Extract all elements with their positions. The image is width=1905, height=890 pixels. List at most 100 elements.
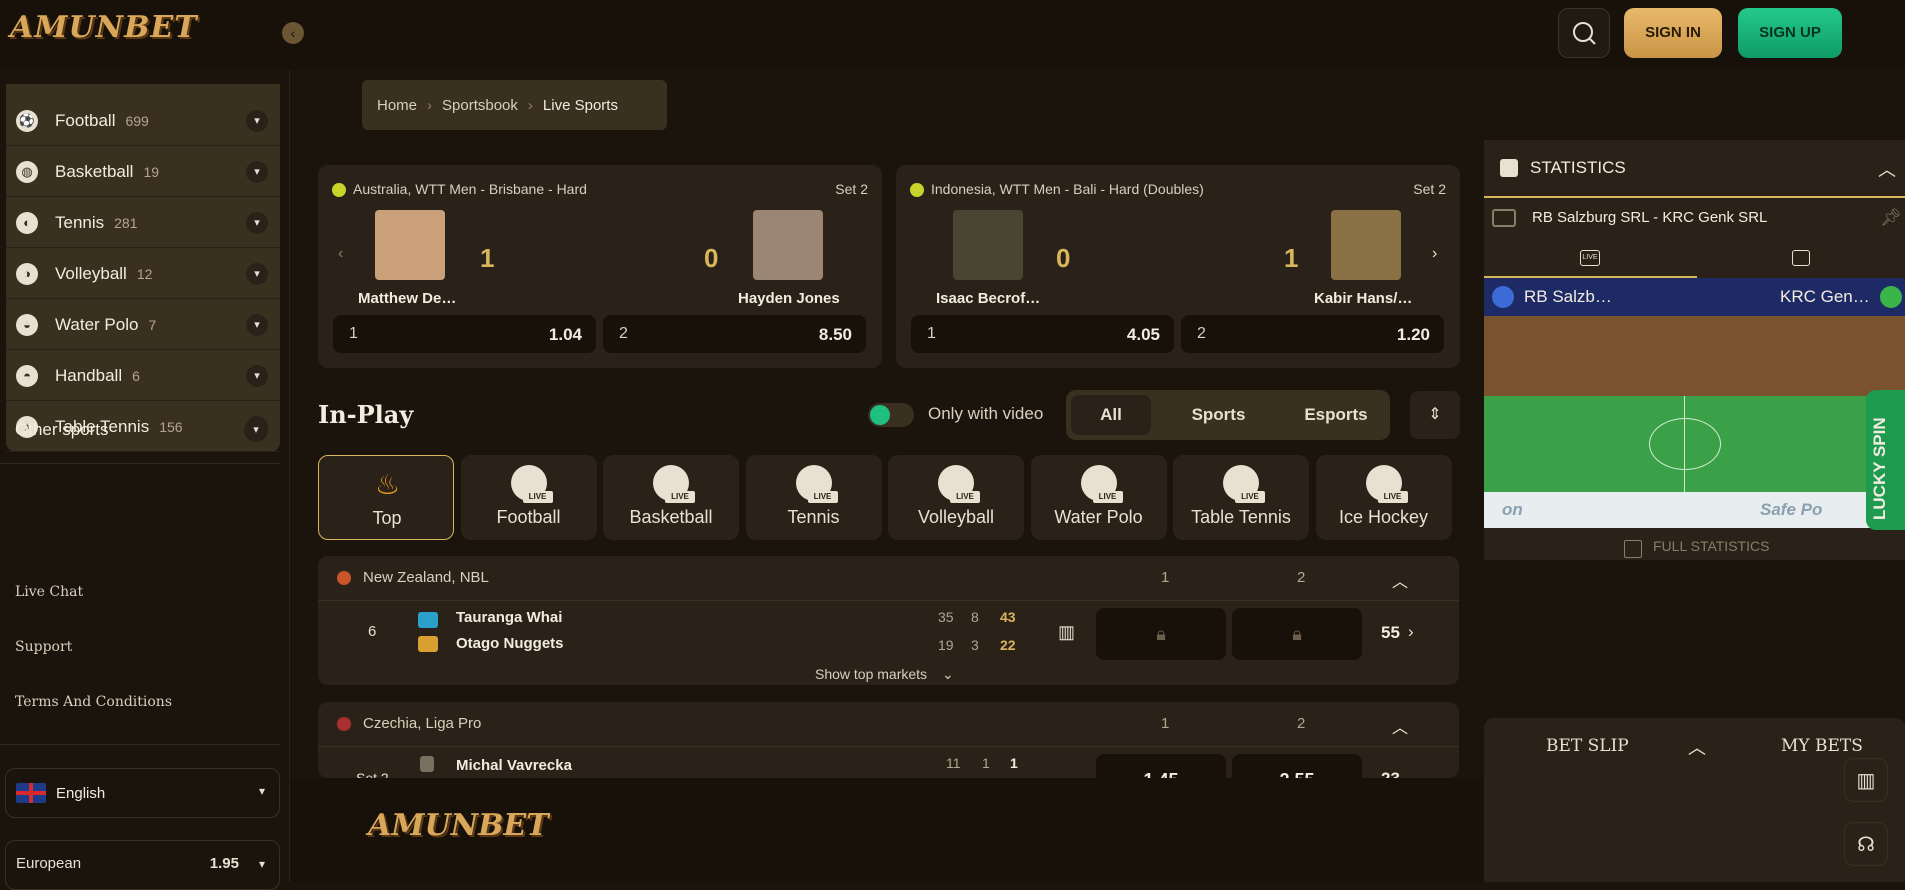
tab-esports[interactable]: Esports [1286,395,1386,435]
score: 35 [938,609,954,625]
full-statistics-link[interactable]: FULL STATISTICS [1653,538,1769,554]
chevron-down-icon[interactable]: ▾ [246,263,268,285]
league-block: Czechia, Liga Pro 1 2 ︿ Set 2 Michal Vav… [318,702,1459,806]
category-tile-football[interactable]: LIVE Football [460,455,597,540]
chevron-down-icon[interactable]: ▾ [246,161,268,183]
featured-match-card[interactable]: Australia, WTT Men - Brisbane - Hard Set… [318,165,882,368]
sidebar-item-handball[interactable]: ◓ Handball 6 ▾ [6,351,280,401]
chevron-right-icon[interactable]: › [1408,622,1414,642]
handball-icon: ◓ [16,364,38,387]
sidebar-item-volleyball[interactable]: ◑ Volleyball 12 ▾ [6,249,280,299]
league-title: Czechia, Liga Pro [363,715,482,732]
bet-slip-tab[interactable]: BET SLIP [1546,736,1629,756]
sidebar-item-label: Tennis [55,212,105,232]
odd-button[interactable]: 1 1.04 [333,315,596,353]
breadcrumb-sportsbook[interactable]: Sportsbook [442,97,518,114]
home-team[interactable]: Michal Vavrecka [456,757,572,774]
category-tile-water-polo[interactable]: LIVE Water Polo [1030,455,1167,540]
column-2-label: 2 [1297,569,1306,586]
category-tile-table-tennis[interactable]: LIVE Table Tennis [1173,455,1309,540]
category-tile-basketball[interactable]: LIVE Basketball [603,455,739,540]
chevron-right-icon[interactable]: › [1432,245,1437,263]
league-header[interactable]: Czechia, Liga Pro 1 2 ︿ [318,702,1459,747]
other-sports-label[interactable]: Other sports [15,420,109,440]
category-label: Basketball [629,507,713,527]
score: 3 [971,637,979,653]
search-button[interactable] [1558,8,1610,58]
chevron-left-icon[interactable]: ‹ [338,245,343,263]
chart-icon [1624,540,1642,558]
odd-button[interactable]: 1 4.05 [911,315,1174,353]
league-header[interactable]: New Zealand, NBL 1 2 ︿ [318,556,1459,601]
leaderboard-icon[interactable]: ▥ [1844,758,1888,802]
sidebar-item-water-polo[interactable]: ◒ Water Polo 7 ▾ [6,300,280,350]
odd-value: 4.05 [1126,325,1160,344]
odd-label: 1 [349,325,358,342]
logo[interactable]: AMUNBET [10,10,198,45]
live-badge: LIVE [950,491,980,503]
chevron-up-icon[interactable]: ︿ [1392,568,1408,592]
category-tile-tennis[interactable]: LIVE Tennis [745,455,882,540]
odds-format-select[interactable]: European 1.95 ▾ [5,840,280,890]
chevron-down-icon[interactable]: ▾ [246,110,268,132]
support-link[interactable]: Support [15,639,72,655]
chevron-up-icon[interactable]: ︿ [1688,734,1706,760]
set-label: Set 2 [835,181,868,197]
category-tile-ice-hockey[interactable]: LIVE Ice Hockey [1315,455,1452,540]
score-total: 43 [1000,609,1016,625]
language-label: English [56,784,106,802]
support-headset-icon[interactable]: ☊ [1844,822,1888,866]
sidebar-item-football[interactable]: ⚽ Football 699 ▾ [6,96,280,146]
odd-button[interactable]: 2 1.20 [1181,315,1444,353]
sign-in-button[interactable]: SIGN IN [1624,8,1722,58]
more-markets[interactable]: 55 [1381,623,1400,643]
chevron-down-icon: ▾ [258,857,265,871]
chevron-down-icon[interactable]: ▾ [246,314,268,336]
pitch [1484,396,1905,492]
pin-icon[interactable]: 📌︎ [1880,208,1902,228]
period-label: 6 [368,623,377,640]
live-badge: LIVE [1092,491,1123,503]
show-top-markets[interactable]: Show top markets [815,666,927,682]
stadium-stand [1484,316,1905,396]
tennis-icon: ◐ [16,211,38,234]
tab-all[interactable]: All [1071,395,1151,435]
category-tile-top[interactable]: ♨ Top [318,455,454,540]
stats-icon[interactable]: ▥ [1058,622,1075,643]
terms-link[interactable]: Terms And Conditions [15,694,172,710]
score-total: 1 [1010,755,1018,771]
language-select[interactable]: English ▾ [5,768,280,818]
my-bets-tab[interactable]: MY BETS [1781,736,1863,756]
home-team[interactable]: Tauranga Whai [456,609,562,626]
stats-chart-icon [1792,250,1810,266]
video-toggle[interactable] [868,403,914,427]
tennis-ball-icon [332,183,346,197]
player-icon [420,756,434,772]
category-tile-volleyball[interactable]: LIVE Volleyball [888,455,1024,540]
ad-text: on [1502,500,1523,519]
chevron-up-icon[interactable]: ︿ [1392,714,1408,738]
chevron-down-icon[interactable]: ⌄ [942,666,954,683]
match-scoreboard: RB Salzb… KRC Gen… [1484,278,1905,316]
sidebar-item-label: Volleyball [55,263,127,283]
sidebar-item-basketball[interactable]: ◍ Basketball 19 ▾ [6,147,280,197]
away-team[interactable]: Otago Nuggets [456,635,564,652]
odd-button[interactable]: 2 8.50 [603,315,866,353]
live-chat-link[interactable]: Live Chat [15,584,83,600]
tab-sports[interactable]: Sports [1166,395,1271,435]
chevron-down-icon[interactable]: ▾ [246,212,268,234]
sidebar-item-tennis[interactable]: ◐ Tennis 281 ▾ [6,198,280,248]
odds-format-label: European [16,855,82,872]
table-tennis-icon [337,717,351,731]
sign-up-button[interactable]: SIGN UP [1738,8,1842,58]
chevron-up-icon[interactable]: ︿ [1878,156,1896,182]
collapse-sidebar-button[interactable]: ‹ [282,22,304,44]
chevron-down-icon[interactable]: ▾ [244,418,268,442]
breadcrumb-home[interactable]: Home [377,97,417,114]
collapse-all-button[interactable]: ⇕ [1410,391,1460,439]
breadcrumb-current: Live Sports [542,96,618,114]
away-score: 1 [1284,243,1299,273]
league-name: Australia, WTT Men - Brisbane - Hard [353,181,587,197]
chevron-down-icon[interactable]: ▾ [246,365,268,387]
featured-match-card[interactable]: Indonesia, WTT Men - Bali - Hard (Double… [896,165,1460,368]
